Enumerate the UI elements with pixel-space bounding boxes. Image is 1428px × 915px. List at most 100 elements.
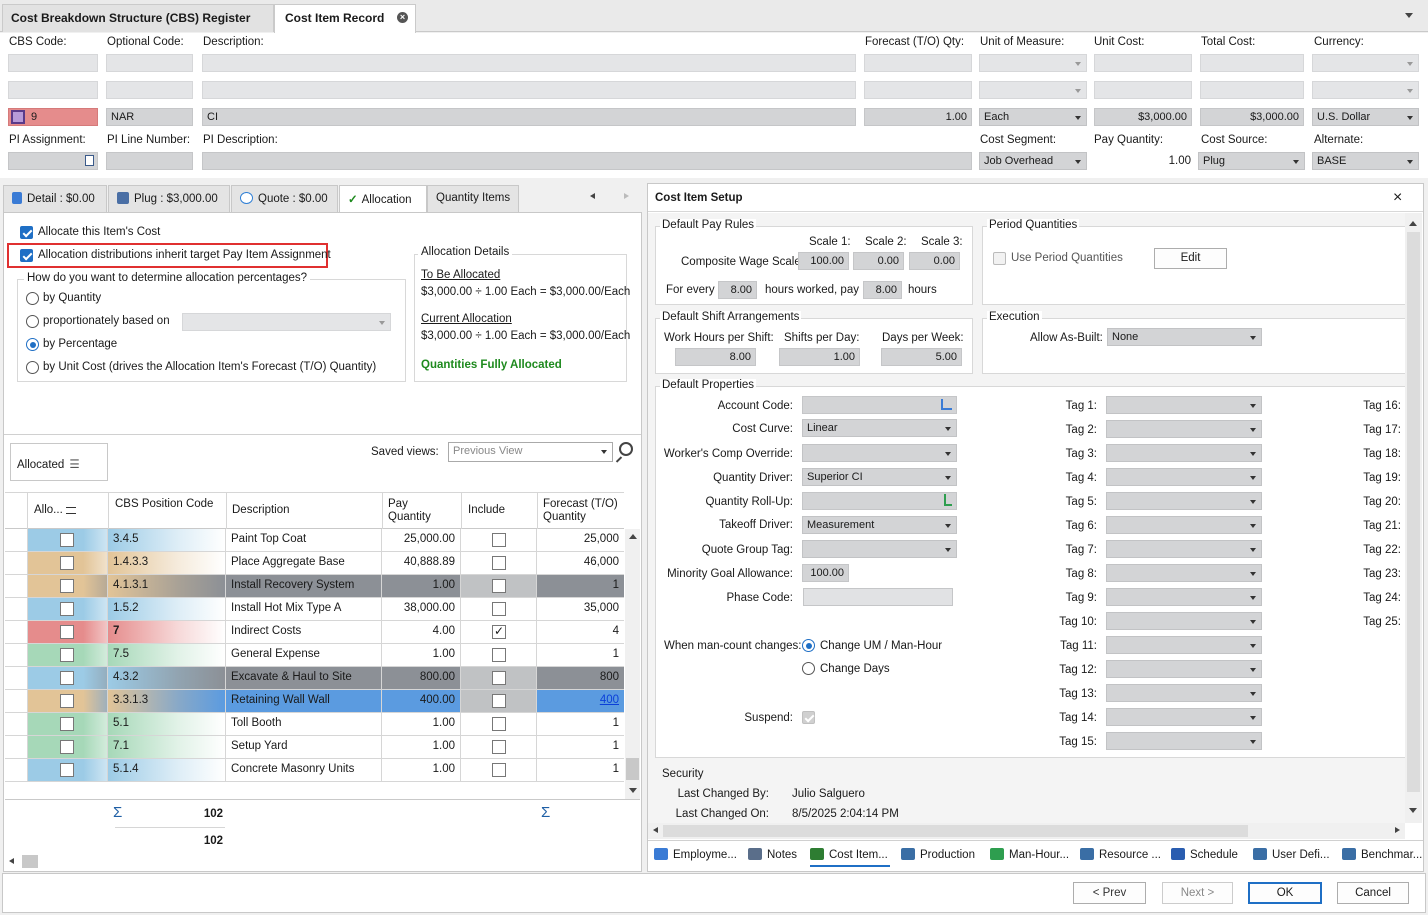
prev-button[interactable]: < Prev [1073,882,1146,904]
tag-5-dropdown[interactable] [1106,492,1262,510]
table-row[interactable]: 7 Indirect Costs 4.00 ✓ 4 [5,621,624,644]
saved-views-dropdown[interactable]: Previous View [448,442,613,462]
row-allocated-checkbox[interactable] [60,740,74,754]
table-row[interactable]: 1.5.2 Install Hot Mix Type A 38,000.00 35,0… [5,598,624,621]
uom-dropdown[interactable]: Each [979,108,1087,126]
scale2-field[interactable]: 0.00 [853,252,904,270]
tag-13-dropdown[interactable] [1106,684,1262,702]
scroll-up-icon[interactable] [629,534,637,539]
h-scroll-thumb[interactable] [22,855,38,868]
days-per-week-field[interactable]: 5.00 [881,348,962,366]
by-quantity-radio[interactable] [26,292,39,305]
currency-dropdown[interactable]: U.S. Dollar [1312,108,1419,126]
row-indicator[interactable] [5,575,28,597]
minority-goal-field[interactable]: 100.00 [802,564,849,582]
row-indicator[interactable] [5,621,28,643]
row-allocated-checkbox[interactable] [60,694,74,708]
window-tab-cbs-register[interactable]: Cost Breakdown Structure (CBS) Register [2,4,274,32]
allow-as-built-dropdown[interactable]: None [1107,328,1262,346]
tag-9-dropdown[interactable] [1106,588,1262,606]
cost-source-dropdown[interactable]: Plug [1198,152,1305,170]
col-description-header[interactable]: Description [232,504,290,516]
row-allocated-cell[interactable] [28,529,108,551]
tab-plug[interactable]: Plug : $3,000.00 [108,185,230,212]
table-row[interactable]: 5.1 Toll Booth 1.00 1 [5,713,624,736]
unit-cost-field[interactable]: $3,000.00 [1094,108,1192,126]
row-include-checkbox[interactable]: ✓ [492,625,506,639]
table-row[interactable]: 4.3.2 Excavate & Haul to Site 800.00 800 [5,667,624,690]
tag-10-dropdown[interactable] [1106,612,1262,630]
currency-level2-dropdown[interactable] [1312,81,1419,99]
change-days-radio[interactable] [802,662,815,675]
row-include-cell[interactable] [461,552,537,574]
row-include-cell[interactable] [461,667,537,689]
optional-code-field[interactable]: NAR [106,108,193,126]
table-row[interactable]: 7.5 General Expense 1.00 1 [5,644,624,667]
scroll-right-icon[interactable] [624,193,629,199]
pay-hours-field[interactable]: 8.00 [863,281,902,299]
work-hours-field[interactable]: 8.00 [675,348,756,366]
scroll-down-icon[interactable] [629,788,637,793]
tag-6-dropdown[interactable] [1106,516,1262,534]
row-allocated-cell[interactable] [28,598,108,620]
tag-11-dropdown[interactable] [1106,636,1262,654]
tab-quantity-items[interactable]: Quantity Items [427,185,519,212]
row-include-cell[interactable] [461,736,537,758]
cbs-node-icon[interactable] [11,110,25,124]
proportionately-dropdown[interactable] [182,313,391,331]
row-indicator[interactable] [5,713,28,735]
pi-description-field[interactable] [202,152,972,170]
tag-12-dropdown[interactable] [1106,660,1262,678]
change-um-radio[interactable] [802,639,815,652]
row-allocated-cell[interactable] [28,667,108,689]
account-code-field[interactable] [802,396,957,414]
tag-7-dropdown[interactable] [1106,540,1262,558]
ok-button[interactable]: OK [1248,882,1322,904]
row-allocated-checkbox[interactable] [60,533,74,547]
allocated-filter-button[interactable]: Allocated ☰ [10,443,108,481]
row-include-cell[interactable] [461,759,537,781]
description-level1-field[interactable] [202,54,856,72]
row-allocated-checkbox[interactable] [60,579,74,593]
pi-line-number-field[interactable] [106,152,193,170]
row-include-checkbox[interactable] [492,717,506,731]
proportionately-radio[interactable] [26,315,39,328]
optional-code-level1-field[interactable] [106,54,193,72]
alternate-dropdown[interactable]: BASE [1312,152,1419,170]
row-allocated-cell[interactable] [28,644,108,666]
window-tab-cost-item-record[interactable]: Cost Item Record [274,4,416,33]
account-link-icon[interactable] [941,399,952,410]
total-cost-field[interactable]: $3,000.00 [1200,108,1304,126]
col-include-header[interactable]: Include [468,504,505,516]
tag-14-dropdown[interactable] [1106,708,1262,726]
row-include-checkbox[interactable] [492,579,506,593]
row-allocated-checkbox[interactable] [60,602,74,616]
forecast-qty-field[interactable]: 1.00 [864,108,972,126]
optional-code-level2-field[interactable] [106,81,193,99]
scroll-left-icon[interactable] [590,193,595,199]
col-allocated-header[interactable]: Allo... [34,504,63,516]
by-percentage-radio[interactable] [26,338,39,351]
row-allocated-cell[interactable] [28,552,108,574]
col-forecast-header[interactable]: Forecast (T/O) Quantity [543,498,623,524]
row-indicator[interactable] [5,690,28,712]
row-include-cell[interactable] [461,575,537,597]
row-allocated-checkbox[interactable] [60,763,74,777]
row-allocated-checkbox[interactable] [60,556,74,570]
row-include-checkbox[interactable] [492,533,506,547]
row-include-checkbox[interactable] [492,763,506,777]
bottom-tab-6[interactable]: Schedule [1171,845,1240,867]
next-button[interactable]: Next > [1162,882,1233,904]
forecast-level1-field[interactable] [864,54,972,72]
close-tab-icon[interactable]: × [397,12,408,23]
bottom-tab-5[interactable]: Resource ... [1080,845,1163,867]
table-row[interactable]: 7.1 Setup Yard 1.00 1 [5,736,624,759]
col-cbs-header[interactable]: CBS Position Code [115,498,215,511]
inherit-pay-item-checkbox[interactable] [20,249,33,262]
suspend-checkbox[interactable] [802,711,815,724]
uom-level2-dropdown[interactable] [979,81,1087,99]
row-include-checkbox[interactable] [492,556,506,570]
tag-3-dropdown[interactable] [1106,444,1262,462]
row-indicator[interactable] [5,552,28,574]
tag-4-dropdown[interactable] [1106,468,1262,486]
